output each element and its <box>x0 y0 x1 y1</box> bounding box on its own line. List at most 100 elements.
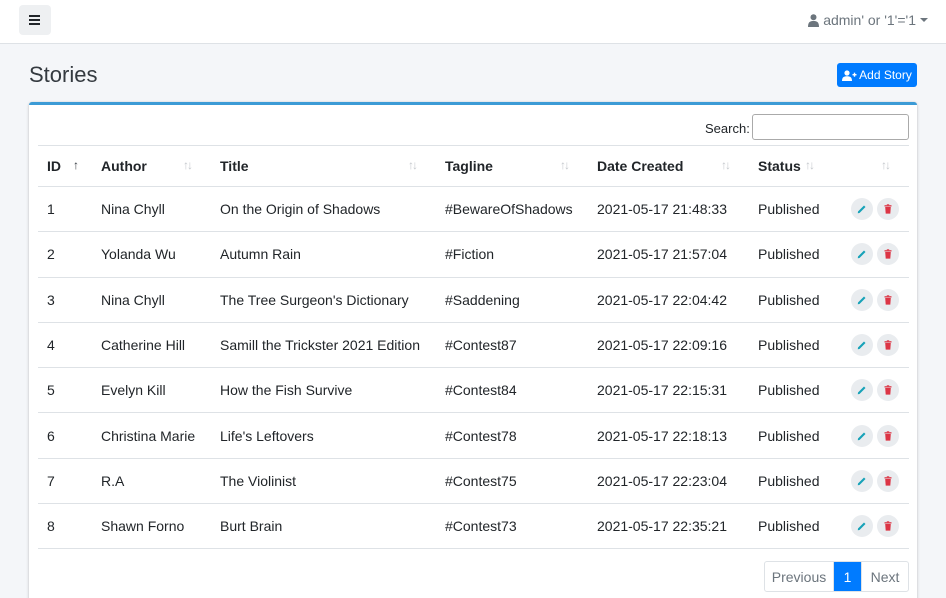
sort-icon: ↑↓ <box>805 158 815 172</box>
cell-title: How the Fish Survive <box>211 367 436 414</box>
delete-button[interactable] <box>877 515 899 538</box>
trash-icon <box>884 521 892 531</box>
pencil-icon <box>857 386 866 395</box>
top-navbar: admin' or '1'='1 <box>0 0 946 44</box>
cell-tagline: #Contest78 <box>436 412 588 459</box>
table-row: 2 Yolanda Wu Autumn Rain #Fiction 2021-05-17… <box>38 231 909 278</box>
cell-id: 5 <box>38 367 92 414</box>
column-header-status[interactable]: Status ↑↓ <box>749 145 829 187</box>
table-row: 6 Christina Marie Life's Leftovers #Contest… <box>38 412 909 459</box>
edit-button[interactable] <box>851 424 873 447</box>
cell-tagline: #BewareOfShadows <box>436 186 588 233</box>
cell-date-created: 2021-05-17 21:48:33 <box>588 186 749 233</box>
sort-ascending-icon: ↑ <box>73 158 79 172</box>
edit-button[interactable] <box>851 288 873 311</box>
cell-status: Published <box>749 322 829 369</box>
cell-title: On the Origin of Shadows <box>211 186 436 233</box>
column-header-actions[interactable]: ↑↓ <box>829 145 909 187</box>
stories-table: ID ↑ Author ↑↓ Title ↑↓ Tagline ↑↓ Date … <box>38 145 909 550</box>
cell-actions <box>829 503 909 550</box>
cell-author: Nina Chyll <box>92 186 211 233</box>
delete-button[interactable] <box>877 334 899 357</box>
column-header-date-created[interactable]: Date Created ↑↓ <box>588 145 749 187</box>
cell-actions <box>829 367 909 414</box>
table-row: 8 Shawn Forno Burt Brain #Contest73 2021-05-… <box>38 503 909 550</box>
pagination-previous[interactable]: Previous <box>765 562 834 591</box>
edit-button[interactable] <box>851 515 873 538</box>
sort-icon: ↑↓ <box>721 158 731 172</box>
sort-icon: ↑↓ <box>183 158 193 172</box>
delete-button[interactable] <box>877 288 899 311</box>
delete-button[interactable] <box>877 198 899 221</box>
page-title: Stories <box>29 62 98 87</box>
table-row: 5 Evelyn Kill How the Fish Survive #Contest… <box>38 367 909 414</box>
table-row: 1 Nina Chyll On the Origin of Shadows #Bewa… <box>38 186 909 233</box>
delete-button[interactable] <box>877 469 899 492</box>
cell-actions <box>829 231 909 278</box>
sort-icon: ↑↓ <box>408 158 418 172</box>
cell-date-created: 2021-05-17 22:09:16 <box>588 322 749 369</box>
column-header-id[interactable]: ID ↑ <box>38 145 92 187</box>
cell-author: Evelyn Kill <box>92 367 211 414</box>
hamburger-menu-button[interactable] <box>19 5 51 35</box>
cell-title: Burt Brain <box>211 503 436 550</box>
cell-author: Catherine Hill <box>92 322 211 369</box>
edit-button[interactable] <box>851 243 873 266</box>
pagination-next[interactable]: Next <box>861 562 908 591</box>
user-dropdown[interactable]: admin' or '1'='1 <box>808 12 928 28</box>
trash-icon <box>884 340 892 350</box>
cell-tagline: #Fiction <box>436 231 588 278</box>
table-row: 7 R.A The Violinist #Contest75 2021-05-17 22… <box>38 458 909 505</box>
search-label: Search: <box>705 121 750 136</box>
pencil-icon <box>857 341 866 350</box>
column-header-author[interactable]: Author ↑↓ <box>92 145 211 187</box>
cell-tagline: #Contest87 <box>436 322 588 369</box>
cell-date-created: 2021-05-17 22:15:31 <box>588 367 749 414</box>
table-row: 3 Nina Chyll The Tree Surgeon's Dictionary… <box>38 277 909 323</box>
cell-author: Shawn Forno <box>92 503 211 550</box>
cell-id: 1 <box>38 186 92 233</box>
cell-status: Published <box>749 458 829 505</box>
cell-id: 8 <box>38 503 92 550</box>
delete-button[interactable] <box>877 379 899 402</box>
trash-icon <box>884 249 892 260</box>
trash-icon <box>884 385 892 395</box>
delete-button[interactable] <box>877 243 899 266</box>
cell-date-created: 2021-05-17 22:04:42 <box>588 277 749 323</box>
cell-actions <box>829 277 909 323</box>
column-header-title[interactable]: Title ↑↓ <box>211 145 436 187</box>
trash-icon <box>884 295 892 305</box>
edit-button[interactable] <box>851 379 873 402</box>
edit-button[interactable] <box>851 198 873 221</box>
cell-title: The Tree Surgeon's Dictionary <box>211 277 436 323</box>
sort-icon: ↑↓ <box>560 158 570 172</box>
cell-id: 4 <box>38 322 92 369</box>
add-story-button[interactable]: Add Story <box>837 63 917 87</box>
cell-title: The Violinist <box>211 458 436 505</box>
cell-author: Christina Marie <box>92 412 211 459</box>
cell-tagline: #Contest84 <box>436 367 588 414</box>
table-row: 4 Catherine Hill Samill the Trickster 2021… <box>38 322 909 369</box>
edit-button[interactable] <box>851 469 873 492</box>
cell-status: Published <box>749 231 829 278</box>
pencil-icon <box>857 432 866 440</box>
cell-date-created: 2021-05-17 22:18:13 <box>588 412 749 459</box>
cell-title: Samill the Trickster 2021 Edition <box>211 322 436 369</box>
add-story-label: Add Story <box>859 68 912 82</box>
cell-author: R.A <box>92 458 211 505</box>
edit-button[interactable] <box>851 334 873 357</box>
trash-icon <box>884 204 892 214</box>
cell-id: 7 <box>38 458 92 505</box>
cell-status: Published <box>749 186 829 233</box>
cell-date-created: 2021-05-17 22:35:21 <box>588 503 749 550</box>
cell-actions <box>829 458 909 505</box>
pencil-icon <box>857 205 866 214</box>
cell-title: Life's Leftovers <box>211 412 436 459</box>
delete-button[interactable] <box>877 424 899 447</box>
column-header-tagline[interactable]: Tagline ↑↓ <box>436 145 588 187</box>
search-input[interactable] <box>752 114 909 140</box>
cell-status: Published <box>749 412 829 459</box>
pagination-page-1[interactable]: 1 <box>834 562 861 591</box>
hamburger-icon <box>29 15 40 17</box>
cell-date-created: 2021-05-17 21:57:04 <box>588 231 749 278</box>
